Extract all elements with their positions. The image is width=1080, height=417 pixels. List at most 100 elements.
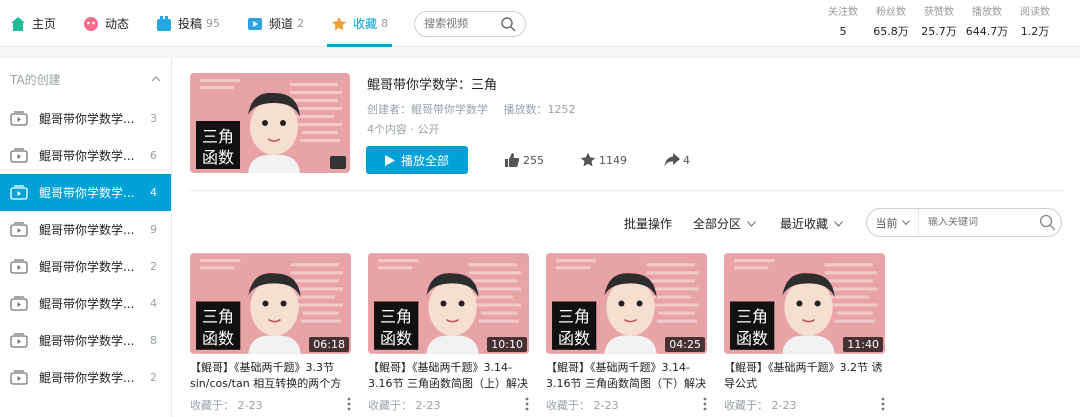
- tab-home-label: 主页: [32, 17, 57, 31]
- tab-channel-label: 频道: [269, 17, 294, 31]
- tab-channel-count: 2: [297, 17, 305, 30]
- video-card[interactable]: 三角 函数 10:10 【鲲哥】《基础两千题》3.14-3.16节 三角函数简图…: [368, 253, 529, 413]
- share-action[interactable]: 4: [664, 152, 690, 168]
- stat-value: 1.2万: [1020, 25, 1050, 38]
- video-title[interactable]: 【鲲哥】《基础两千题》3.14-3.16节 三角函数简图（下）解决无限个: [546, 360, 707, 392]
- user-stats: 关注数 5 粉丝数 65.8万 获赞数 25.7万 播放数 644.7万 阅读数…: [818, 6, 1058, 41]
- video-footer: 收藏于： 2-23: [546, 397, 707, 413]
- channel-icon: [248, 17, 263, 30]
- zone-dropdown-label: 全部分区: [693, 217, 742, 231]
- video-duration: 06:18: [309, 337, 349, 352]
- search-icon[interactable]: [1039, 214, 1056, 231]
- tab-channel[interactable]: 频道 2: [247, 0, 304, 47]
- space-search-input[interactable]: [424, 17, 497, 30]
- sidebar-header[interactable]: TA的创建: [0, 58, 171, 100]
- star-icon: [580, 152, 596, 167]
- thumb-text-line1: 三角: [736, 307, 768, 326]
- favorite-header: 三角 函数 鲲哥带你学数学：三角 创建者：鲲哥带你学数学 播放数：1252 4个…: [190, 73, 1063, 191]
- video-title[interactable]: 【鲲哥】《基础两千题》3.14-3.16节 三角函数简图（上）解决单调、: [368, 360, 529, 392]
- favorite-action[interactable]: 1149: [580, 152, 627, 168]
- sidebar-item-label: 鲲哥带你学数学...: [39, 223, 135, 237]
- more-menu-icon[interactable]: [703, 397, 707, 411]
- video-thumbnail[interactable]: 三角 函数 06:18: [190, 253, 351, 354]
- sidebar-item-folder[interactable]: 鲲哥带你学数学... 8: [0, 322, 171, 359]
- folder-icon: [10, 259, 28, 274]
- search-scope-label: 当前: [875, 216, 898, 230]
- tab-uploads[interactable]: 投稿 95: [156, 0, 220, 47]
- stat-plays: 播放数 644.7万: [964, 6, 1010, 41]
- tab-uploads-label: 投稿: [178, 17, 203, 31]
- thumbs-up-icon: [505, 153, 520, 167]
- sidebar-item-label: 鲲哥带你学数学...: [39, 186, 135, 200]
- video-thumbnail[interactable]: 三角 函数 11:40: [724, 253, 885, 354]
- more-menu-icon[interactable]: [525, 397, 529, 411]
- favorite-date: 收藏于： 2-23: [546, 399, 619, 412]
- thumb-text-line2: 函数: [558, 329, 590, 348]
- chevron-up-icon[interactable]: [151, 74, 161, 84]
- sidebar-item-label: 鲲哥带你学数学...: [39, 371, 135, 385]
- favorite-cover[interactable]: 三角 函数: [190, 73, 350, 173]
- sidebar-item-folder[interactable]: 鲲哥带你学数学... 2: [0, 359, 171, 396]
- space-search: [414, 10, 527, 37]
- thumb-text-line2: 函数: [736, 329, 768, 348]
- search-scope-dropdown[interactable]: 当前: [867, 209, 919, 236]
- tab-home[interactable]: 主页: [10, 0, 56, 47]
- chevron-down-icon: [834, 220, 843, 227]
- play-all-button[interactable]: 播放全部: [366, 146, 468, 174]
- video-title[interactable]: 【鲲哥】《基础两千题》3.2节 诱导公式: [724, 360, 885, 392]
- favorite-meta: 创建者：鲲哥带你学数学 播放数：1252: [367, 101, 588, 117]
- batch-operation-button[interactable]: 批量操作: [624, 215, 672, 232]
- playlist-badge-icon: [330, 156, 346, 169]
- star-icon: [331, 16, 347, 30]
- play-all-label: 播放全部: [400, 153, 449, 168]
- list-toolbar: 批量操作 全部分区 最近收藏 当前: [172, 208, 1080, 238]
- stat-following[interactable]: 关注数 5: [820, 6, 866, 41]
- sidebar-item-count: 6: [150, 149, 157, 162]
- sidebar-item-folder[interactable]: 鲲哥带你学数学... 2: [0, 248, 171, 285]
- video-duration: 11:40: [843, 337, 883, 352]
- sidebar-item-folder[interactable]: 鲲哥带你学数学... 6: [0, 137, 171, 174]
- more-menu-icon[interactable]: [881, 397, 885, 411]
- video-card[interactable]: 三角 函数 06:18 【鲲哥】《基础两千题》3.3节 sin/cos/tan …: [190, 253, 351, 413]
- sidebar-item-folder[interactable]: 鲲哥带你学数学... 9: [0, 211, 171, 248]
- like-action[interactable]: 255: [504, 152, 544, 168]
- favorite-date: 收藏于： 2-23: [190, 399, 263, 412]
- video-card[interactable]: 三角 函数 04:25 【鲲哥】《基础两千题》3.14-3.16节 三角函数简图…: [546, 253, 707, 413]
- stat-reads: 阅读数 1.2万: [1012, 6, 1058, 41]
- stat-label: 获赞数: [924, 7, 954, 18]
- video-duration: 04:25: [665, 337, 705, 352]
- video-card[interactable]: 三角 函数 11:40 【鲲哥】《基础两千题》3.2节 诱导公式 收藏于： 2-…: [724, 253, 885, 413]
- favorite-info: 4个内容 · 公开: [367, 123, 440, 136]
- sidebar-item-folder[interactable]: 鲲哥带你学数学... 3: [0, 100, 171, 137]
- sidebar-item-count: 9: [150, 223, 157, 236]
- folder-icon: [10, 111, 28, 126]
- stat-value: 644.7万: [965, 25, 1009, 38]
- chevron-down-icon: [901, 220, 910, 225]
- video-thumbnail[interactable]: 三角 函数 10:10: [368, 253, 529, 354]
- folder-icon: [10, 185, 28, 200]
- sidebar-item-folder[interactable]: 鲲哥带你学数学... 4: [0, 285, 171, 322]
- sidebar-item-folder-active[interactable]: 鲲哥带你学数学... 4: [0, 174, 171, 211]
- stat-label: 阅读数: [1020, 7, 1050, 18]
- tab-favorites[interactable]: 收藏 8: [327, 0, 393, 47]
- tab-dynamic[interactable]: 动态: [83, 0, 129, 47]
- share-count: 4: [683, 153, 690, 167]
- sidebar-title: TA的创建: [10, 72, 61, 87]
- sort-dropdown[interactable]: 最近收藏: [780, 215, 843, 232]
- folder-icon: [10, 222, 28, 237]
- keyword-search-input[interactable]: [928, 217, 1032, 228]
- video-title[interactable]: 【鲲哥】《基础两千题》3.3节 sin/cos/tan 相互转换的两个方法: [190, 360, 351, 392]
- folder-icon: [10, 148, 28, 163]
- thumb-text-line1: 三角: [202, 307, 234, 326]
- more-menu-icon[interactable]: [347, 397, 351, 411]
- video-thumbnail[interactable]: 三角 函数 04:25: [546, 253, 707, 354]
- favorites-main: 三角 函数 鲲哥带你学数学：三角 创建者：鲲哥带你学数学 播放数：1252 4个…: [172, 58, 1080, 417]
- stat-fans[interactable]: 粉丝数 65.8万: [868, 6, 914, 41]
- tab-favorites-label: 收藏: [353, 17, 378, 31]
- sidebar-item-label: 鲲哥带你学数学...: [39, 260, 135, 274]
- sidebar-item-label: 鲲哥带你学数学...: [39, 334, 135, 348]
- thumb-text-line2: 函数: [202, 329, 234, 348]
- zone-dropdown[interactable]: 全部分区: [693, 215, 756, 232]
- search-icon[interactable]: [500, 16, 516, 32]
- favorites-sidebar: TA的创建 鲲哥带你学数学... 3 鲲哥带你学数学... 6 鲲哥带你学数学.…: [0, 58, 172, 417]
